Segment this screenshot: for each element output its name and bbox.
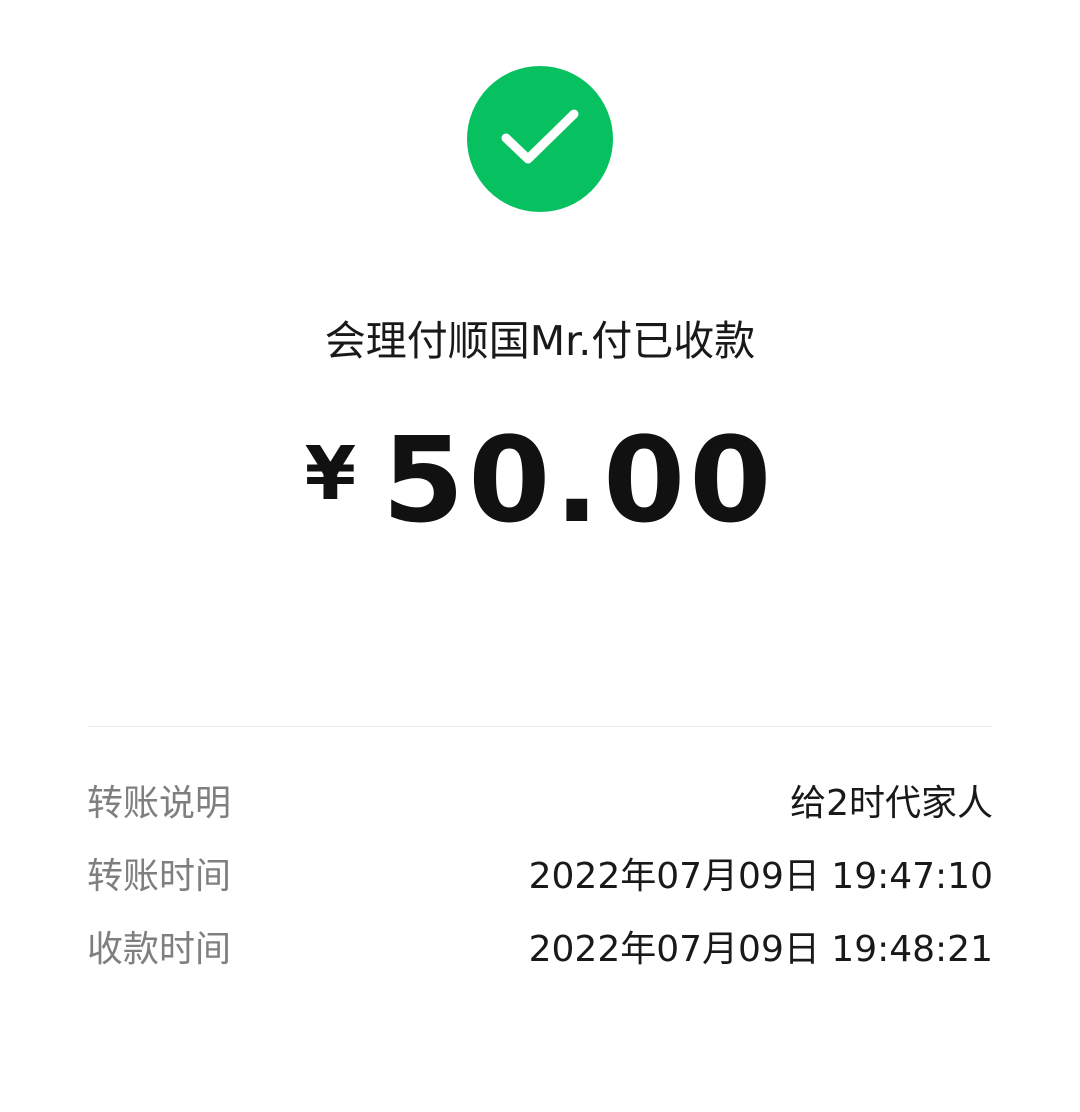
currency-symbol: ¥ <box>304 431 357 517</box>
check-mark-icon <box>501 109 579 164</box>
detail-value: 2022年07月09日 19:48:21 <box>528 928 993 970</box>
check-circle-icon <box>467 66 613 212</box>
detail-value: 2022年07月09日 19:47:10 <box>528 855 993 897</box>
detail-row-note: 转账说明 给2时代家人 <box>87 763 993 836</box>
amount-display: ¥ 50.00 <box>0 410 1080 550</box>
divider <box>87 726 993 727</box>
payment-status-text: 会理付顺国Mr.付已收款 <box>324 317 756 365</box>
transfer-details: 转账说明 给2时代家人 转账时间 2022年07月09日 19:47:10 收款… <box>87 763 993 982</box>
detail-label: 转账说明 <box>87 782 232 824</box>
detail-row-receipt-time: 收款时间 2022年07月09日 19:48:21 <box>87 909 993 982</box>
detail-label: 转账时间 <box>87 855 232 897</box>
detail-row-transfer-time: 转账时间 2022年07月09日 19:47:10 <box>87 836 993 909</box>
detail-label: 收款时间 <box>87 928 232 970</box>
amount-value: 50.00 <box>382 411 776 549</box>
detail-value: 给2时代家人 <box>790 782 993 824</box>
